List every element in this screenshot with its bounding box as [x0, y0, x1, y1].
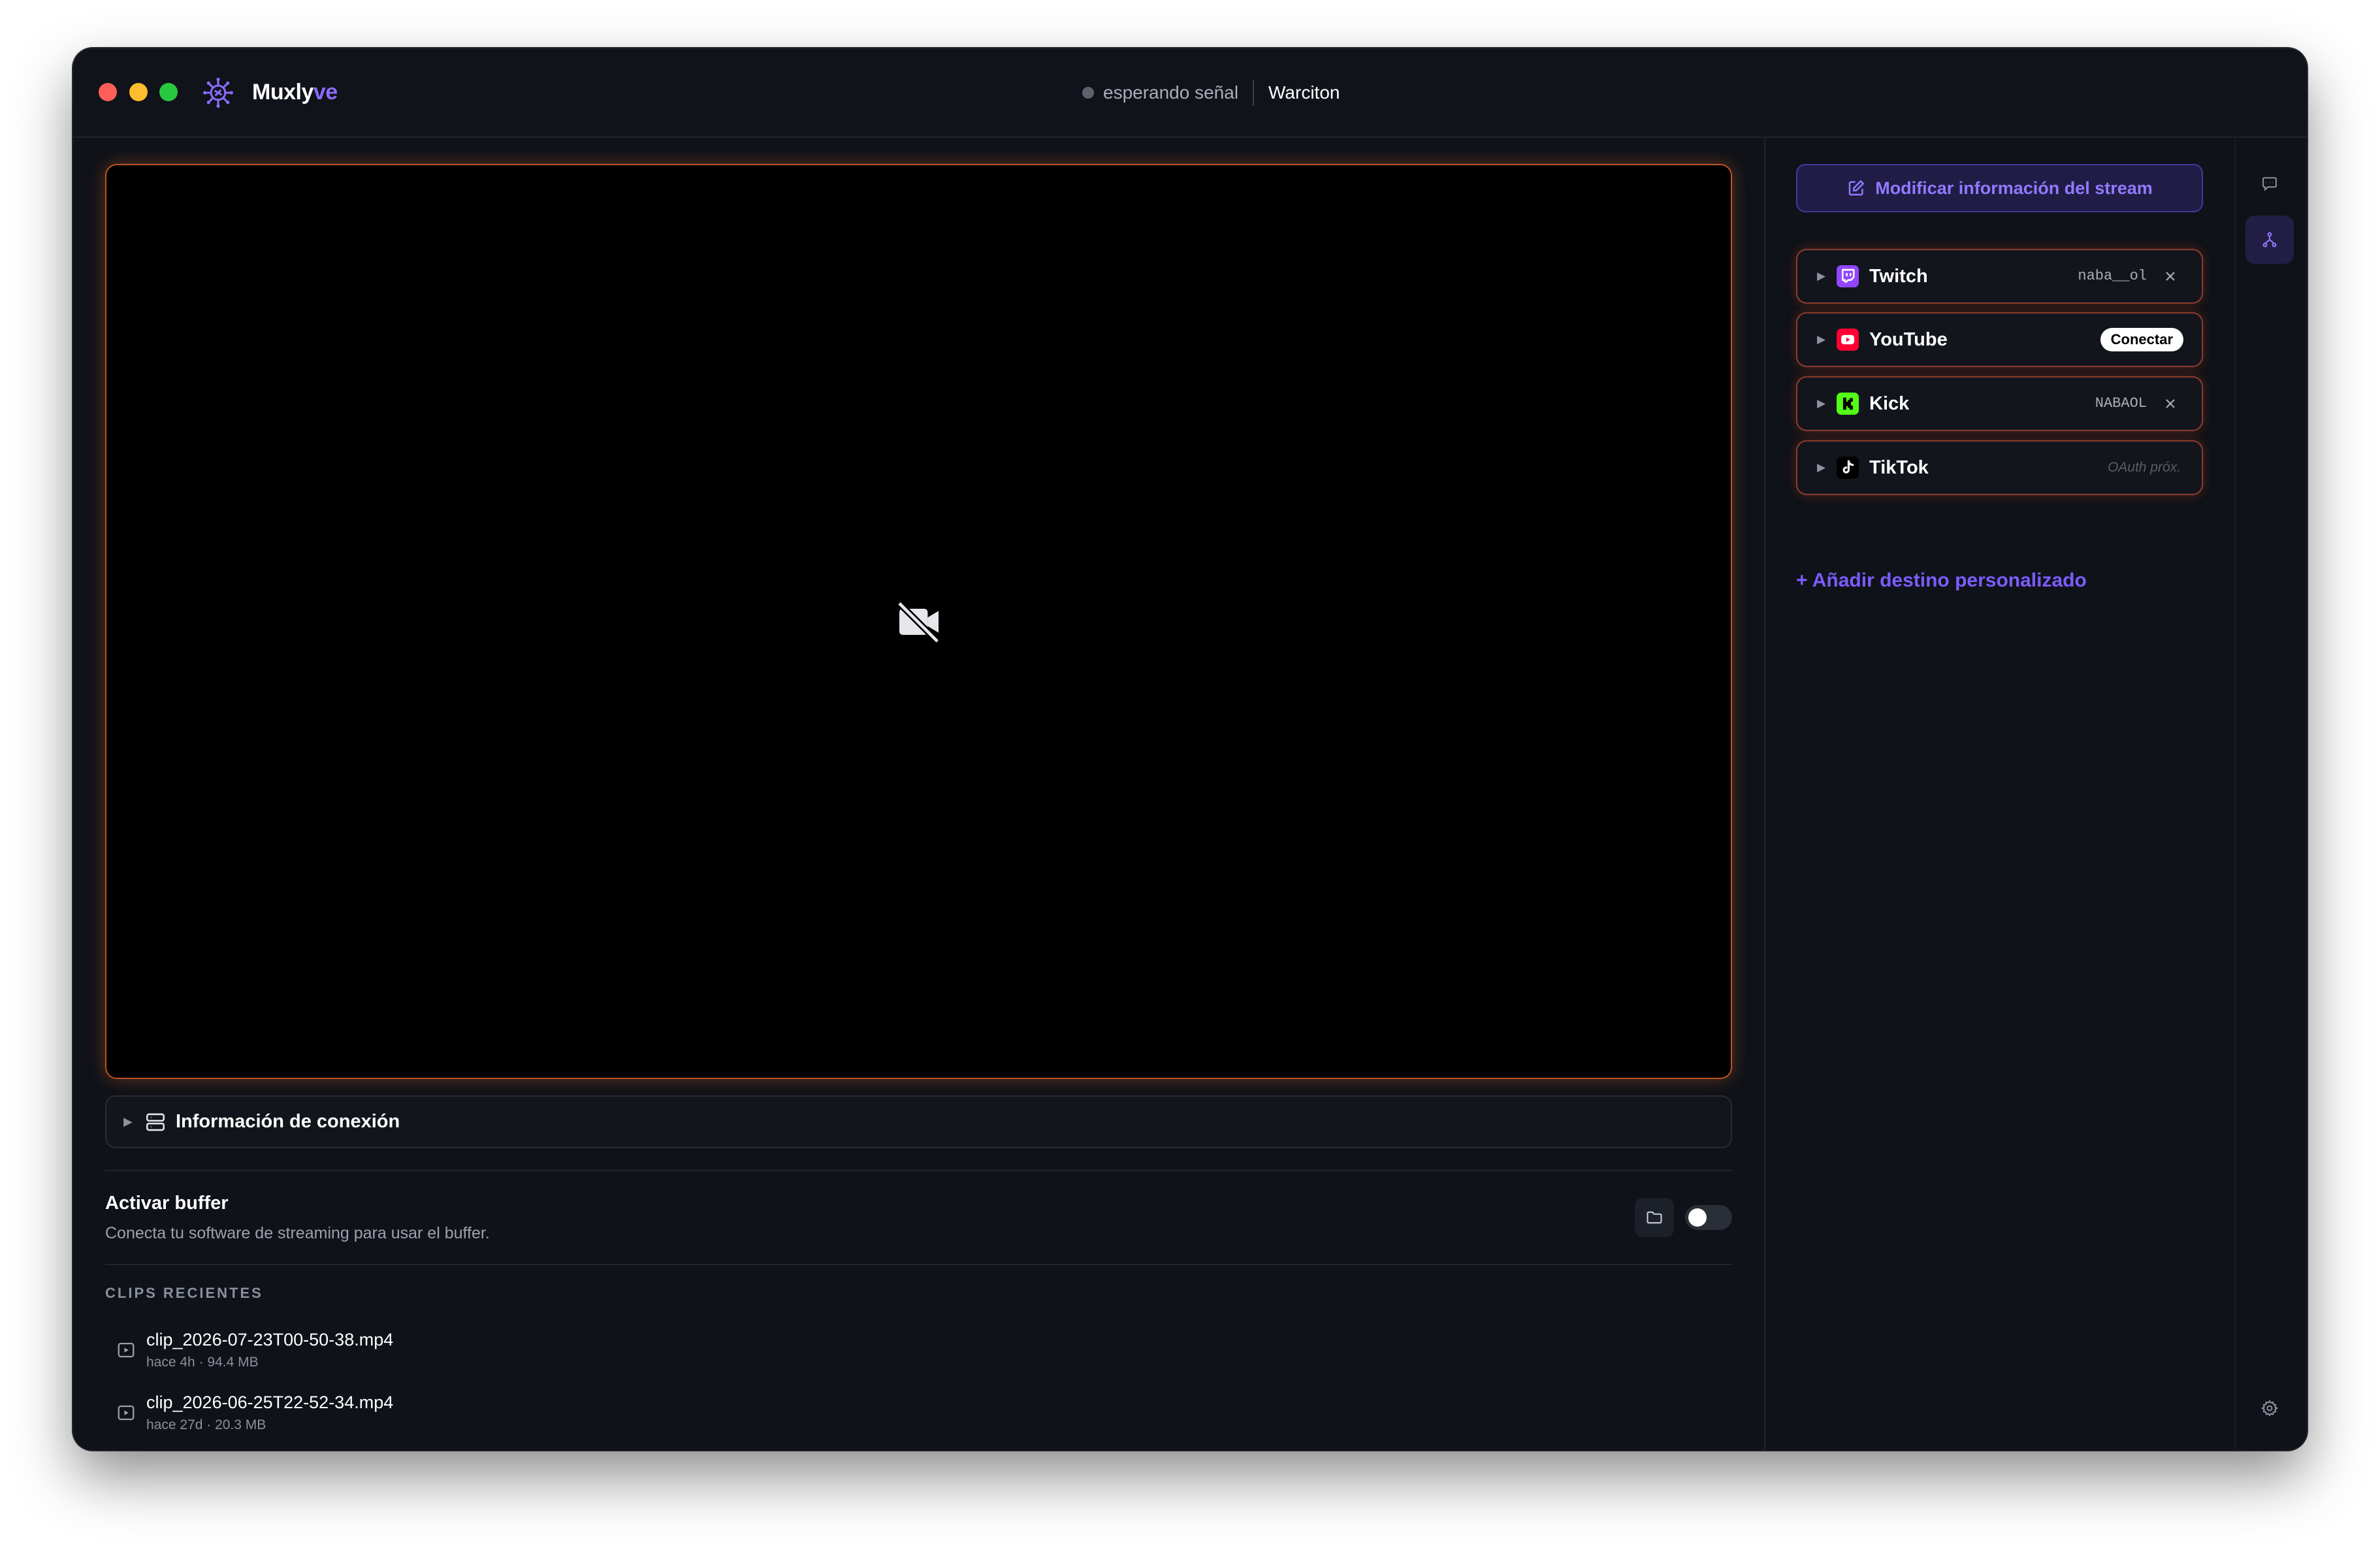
buffer-toggle[interactable] [1685, 1205, 1732, 1230]
clip-meta: hace 4h · 94.4 MB [146, 1355, 259, 1370]
clip-item[interactable]: clip_2026-07-23T00-50-38.mp4 hace 4h · 9… [105, 1327, 889, 1386]
video-preview [105, 164, 1732, 1079]
twitch-icon [1837, 265, 1859, 287]
title-bar: Muxlyve esperando señal Warciton [73, 48, 2307, 138]
close-window-button[interactable] [99, 83, 117, 101]
virus-logo-icon [203, 78, 233, 108]
close-icon[interactable] [2163, 268, 2178, 284]
destination-name: Twitch [1869, 266, 1928, 287]
destination-name: YouTube [1869, 329, 1948, 350]
section-divider [105, 1264, 1732, 1265]
destination-account: NABAOL [2095, 395, 2147, 411]
modify-stream-info-label: Modificar información del stream [1875, 178, 2153, 198]
connection-info-label: Información de conexión [176, 1111, 400, 1132]
clip-item[interactable]: clip_2026-06-25T22-52-34.mp4 hace 27d · … [105, 1390, 889, 1449]
sources-icon [2262, 232, 2277, 248]
camera-off-icon [896, 600, 940, 644]
close-icon[interactable] [2163, 396, 2178, 411]
destination-youtube[interactable]: ▶ YouTube Conectar [1796, 312, 2203, 367]
kick-icon [1837, 393, 1859, 415]
expand-caret-icon: ▶ [1817, 461, 1826, 474]
connect-button[interactable]: Conectar [2100, 328, 2183, 351]
destination-twitch[interactable]: ▶ Twitch naba__ol [1796, 249, 2203, 304]
add-custom-destination-link[interactable]: + Añadir destino personalizado [1796, 570, 2087, 592]
gear-icon[interactable] [2260, 1399, 2279, 1417]
destination-name: Kick [1869, 393, 1910, 414]
modify-stream-info-button[interactable]: Modificar información del stream [1796, 164, 2203, 212]
expand-caret-icon: ▶ [1817, 270, 1826, 282]
destination-tiktok[interactable]: ▶ TikTok OAuth próx. [1796, 440, 2203, 495]
folder-icon [1647, 1211, 1662, 1224]
recent-clips-heading: CLIPS RECIENTES [105, 1285, 263, 1301]
sources-rail-button[interactable] [2245, 216, 2294, 264]
status-indicator [1082, 86, 1094, 99]
video-file-icon [118, 1405, 135, 1421]
clip-meta: hace 27d · 20.3 MB [146, 1417, 266, 1432]
clip-name: clip_2026-06-25T22-52-34.mp4 [146, 1393, 394, 1412]
buffer-subtitle: Conecta tu software de streaming para us… [105, 1224, 490, 1242]
minimize-window-button[interactable] [129, 83, 148, 101]
toggle-knob [1688, 1208, 1707, 1227]
channel-name: Warciton [1268, 82, 1340, 103]
clip-name: clip_2026-07-23T00-50-38.mp4 [146, 1330, 394, 1349]
app-window: Muxlyve esperando señal Warciton ▶ Infor… [73, 48, 2307, 1450]
destination-kick[interactable]: ▶ Kick NABAOL [1796, 376, 2203, 431]
youtube-icon [1837, 329, 1859, 351]
buffer-title: Activar buffer [105, 1193, 229, 1214]
open-folder-button[interactable] [1635, 1198, 1674, 1237]
destination-name: TikTok [1869, 457, 1929, 478]
edit-icon [1848, 180, 1865, 196]
expand-caret-icon: ▶ [1817, 397, 1826, 410]
tiktok-icon [1837, 457, 1859, 479]
rail-divider [2234, 137, 2236, 1450]
expand-caret-icon: ▶ [123, 1115, 133, 1128]
app-name: Muxlyve [252, 80, 338, 105]
section-divider [105, 1170, 1732, 1171]
status-text: esperando señal [1103, 82, 1239, 103]
connection-info-toggle[interactable]: ▶ Información de conexión [105, 1095, 1732, 1148]
chat-icon[interactable] [2260, 174, 2279, 193]
stream-status: esperando señal Warciton [1082, 48, 1340, 137]
status-divider [1253, 79, 1255, 106]
sidebar-divider [1764, 137, 1765, 1450]
expand-caret-icon: ▶ [1817, 333, 1826, 346]
server-icon [146, 1113, 165, 1131]
video-file-icon [118, 1342, 135, 1358]
destination-account: naba__ol [2078, 268, 2147, 284]
destination-note: OAuth próx. [2107, 460, 2181, 475]
zoom-window-button[interactable] [159, 83, 178, 101]
